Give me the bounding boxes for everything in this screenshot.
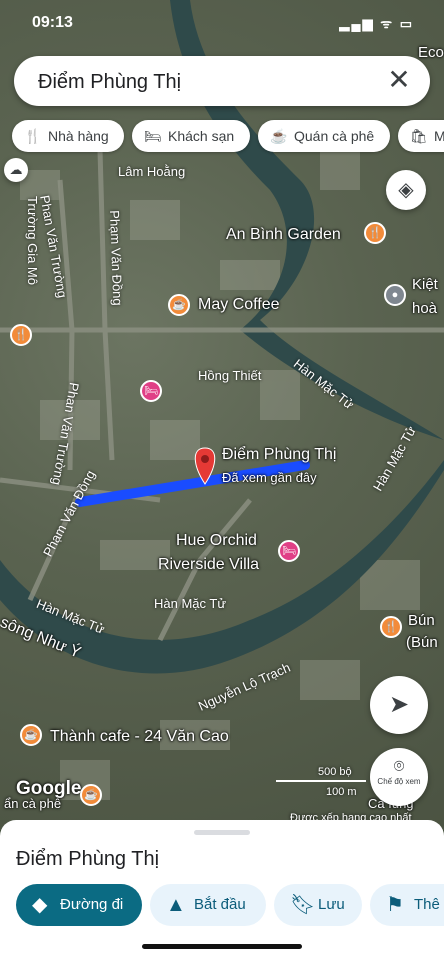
chip-shopping[interactable]: 🛍 M xyxy=(398,120,444,152)
place-label[interactable]: An Bình Garden xyxy=(226,226,341,244)
my-location-button[interactable]: ➤ xyxy=(370,676,428,734)
action-label: Bắt đầu xyxy=(194,896,246,913)
chip-hotels[interactable]: 🛏 Khách sạn xyxy=(132,120,250,152)
chip-label: M xyxy=(434,128,444,144)
status-icons: ▂▄▆ ᯤ ▭ xyxy=(339,16,414,31)
place-label[interactable]: (Bún xyxy=(406,634,438,651)
place-label[interactable]: Eco xyxy=(418,44,444,61)
home-indicator xyxy=(142,944,302,949)
place-title: Điểm Phùng Thị xyxy=(16,848,160,870)
restaurant-icon[interactable]: 🍴 xyxy=(364,222,386,244)
add-label-button[interactable]: ⚑ Thê xyxy=(370,884,444,926)
place-label[interactable]: Riverside Villa xyxy=(158,556,259,574)
landmark-icon[interactable]: ● xyxy=(384,284,406,306)
cafe-icon[interactable]: ☕ xyxy=(80,784,102,806)
shopping-bag-icon: 🛍 xyxy=(410,128,428,144)
chip-label: Nhà hàng xyxy=(48,128,109,144)
flag-icon: ⚑ xyxy=(386,894,404,916)
street-label: Lâm Hoằng xyxy=(118,164,186,179)
place-label[interactable]: Bún xyxy=(408,612,435,629)
close-icon[interactable]: ✕ xyxy=(382,64,416,98)
street-view-button[interactable]: ⌾ Chế độ xem xyxy=(370,748,428,806)
sheet-handle[interactable] xyxy=(194,830,250,835)
hotel-icon[interactable]: 🛏 xyxy=(140,380,162,402)
place-label[interactable]: Hue Orchid xyxy=(176,532,257,550)
place-label[interactable]: ẩn cà phê xyxy=(4,796,61,811)
search-query[interactable]: Điểm Phùng Thị xyxy=(38,71,181,94)
weather-icon[interactable]: ☁ xyxy=(4,158,28,182)
place-label[interactable]: May Coffee xyxy=(198,296,280,314)
scale-bar xyxy=(276,780,366,782)
start-button[interactable]: ▲ Bắt đầu xyxy=(150,884,266,926)
place-label[interactable]: hoà xyxy=(412,300,437,317)
save-button[interactable]: 🔖︎ Lưu xyxy=(274,884,362,926)
selected-place-subtitle: Đã xem gần đây xyxy=(222,470,317,485)
search-bar[interactable]: Điểm Phùng Thị ✕ xyxy=(14,56,430,106)
cafe-icon[interactable]: ☕ xyxy=(168,294,190,316)
action-label: Lưu xyxy=(318,896,345,913)
chip-label: Khách sạn xyxy=(168,128,235,144)
hotel-icon[interactable]: 🛏 xyxy=(278,540,300,562)
coffee-cup-icon: ☕ xyxy=(270,128,288,144)
navigate-icon: ▲ xyxy=(166,894,186,916)
bed-icon: 🛏 xyxy=(144,128,162,144)
place-bottom-sheet[interactable]: Điểm Phùng Thị ◆ Đường đi ▲ Bắt đầu 🔖︎ Lưu … xyxy=(0,820,444,960)
directions-icon: ◆ xyxy=(32,894,48,916)
selected-place-label[interactable]: Điểm Phùng Thị xyxy=(222,446,336,464)
status-time: 09:13 xyxy=(32,14,73,31)
chip-label: Quán cà phê xyxy=(294,128,375,144)
status-bar: 09:13 ▂▄▆ ᯤ ▭ xyxy=(0,8,444,36)
fork-knife-icon: 🍴 xyxy=(24,128,42,144)
cafe-icon[interactable]: ☕ xyxy=(20,724,42,746)
restaurant-icon[interactable]: 🍴 xyxy=(380,616,402,638)
chip-restaurants[interactable]: 🍴 Nhà hàng xyxy=(12,120,124,152)
place-label[interactable]: Kiệt xyxy=(412,276,438,293)
scale-label: 100 m xyxy=(326,786,357,798)
action-label: Đường đi xyxy=(60,896,124,913)
layers-icon[interactable]: ◈ xyxy=(386,170,426,210)
chip-cafes[interactable]: ☕ Quán cà phê xyxy=(258,120,390,152)
bookmark-icon: 🔖︎ xyxy=(290,894,316,916)
navigation-arrow-icon: ➤ xyxy=(388,691,410,718)
street-view-label: Chế độ xem xyxy=(377,777,421,786)
street-label: Hàn Mặc Tử xyxy=(154,596,227,611)
street-label: Trường Gia Mô xyxy=(25,196,40,285)
place-label[interactable]: Thành cafe - 24 Văn Cao xyxy=(50,728,229,746)
street-label: Hồng Thiết xyxy=(198,368,262,383)
action-label: Thê xyxy=(414,896,440,913)
scale-label: 500 bộ xyxy=(318,766,352,778)
restaurant-icon[interactable]: 🍴 xyxy=(10,324,32,346)
directions-button[interactable]: ◆ Đường đi xyxy=(16,884,142,926)
camera-icon: ⌾ xyxy=(393,756,405,776)
